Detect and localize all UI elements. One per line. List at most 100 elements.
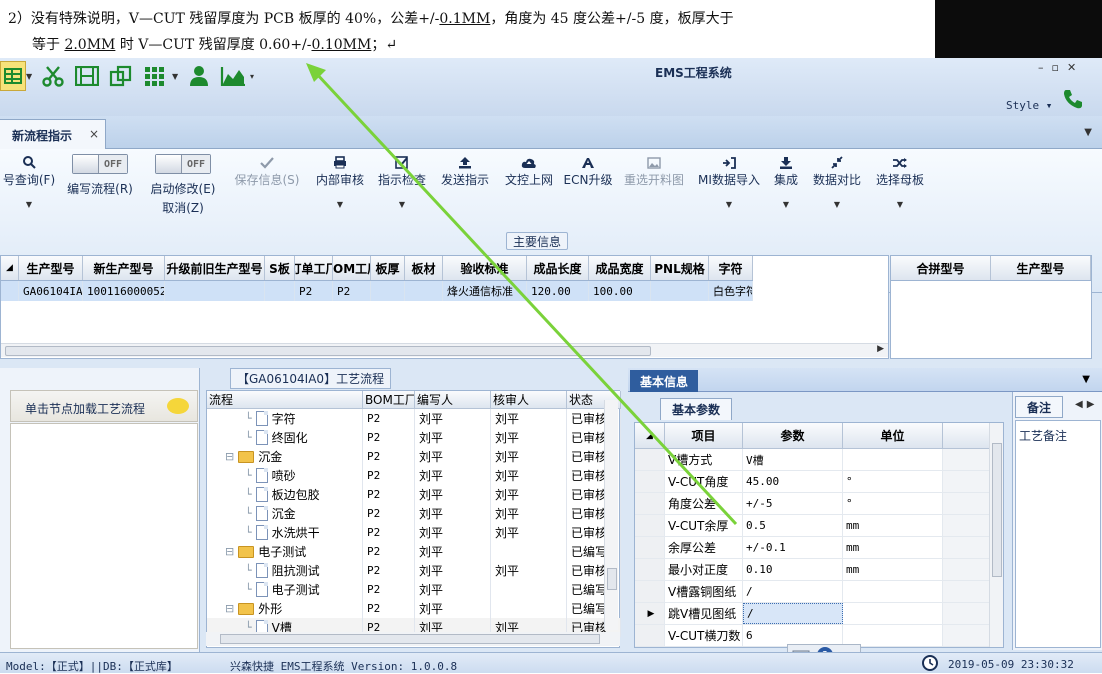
ecn-upgrade-button[interactable]: ECN升级 bbox=[562, 149, 614, 221]
tree-row[interactable]: └ 水洗烘干 P2 刘平 刘平 已审核 bbox=[207, 523, 621, 542]
vertical-scrollbar[interactable] bbox=[604, 400, 618, 630]
column-header[interactable]: 成品宽度 bbox=[589, 256, 651, 280]
customize-toolbar-icon[interactable]: ▾ bbox=[250, 72, 260, 81]
tab-list-icon[interactable]: ▼ bbox=[1084, 127, 1092, 138]
tab-notes[interactable]: 备注 bbox=[1015, 396, 1063, 418]
query-button[interactable]: 号查询(F) ▼ bbox=[0, 149, 58, 221]
film-icon[interactable] bbox=[70, 61, 104, 91]
table-row[interactable]: V槽方式 V槽 bbox=[635, 449, 991, 471]
select-mother-board-button[interactable]: 选择母板 ▼ bbox=[872, 149, 928, 221]
upload-web-button[interactable]: 文控上网 bbox=[500, 149, 558, 221]
chevron-down-icon[interactable]: ▼ bbox=[172, 72, 182, 81]
table-row[interactable]: V-CUT角度 45.00 ° bbox=[635, 471, 991, 493]
node-list[interactable] bbox=[10, 423, 198, 649]
table-row[interactable]: 余厚公差 +/-0.1 mm bbox=[635, 537, 991, 559]
table-cell[interactable]: / bbox=[743, 581, 843, 602]
tree-row[interactable]: └ 阻抗测试 P2 刘平 刘平 已审核 bbox=[207, 561, 621, 580]
edit-flow-toggle[interactable]: OFF 编写流程(R) bbox=[62, 149, 138, 221]
grid-view-icon[interactable] bbox=[0, 61, 26, 91]
table-cell[interactable] bbox=[651, 281, 709, 301]
tree-row[interactable]: └ 喷砂 P2 刘平 刘平 已审核 bbox=[207, 466, 621, 485]
send-instruction-button[interactable]: 发送指示 bbox=[436, 149, 494, 221]
toggle-switch[interactable]: OFF bbox=[72, 154, 128, 174]
column-header[interactable]: 成品长度 bbox=[527, 256, 589, 280]
tree-row[interactable]: └ 沉金 P2 刘平 刘平 已审核 bbox=[207, 504, 621, 523]
table-cell[interactable]: / bbox=[743, 603, 843, 624]
close-button[interactable]: ✕ bbox=[1067, 61, 1076, 74]
restore-button[interactable]: ▫ bbox=[1052, 61, 1059, 74]
chevron-right-icon[interactable]: ▶ bbox=[877, 344, 884, 354]
table-cell[interactable]: P2 bbox=[333, 281, 371, 301]
column-header[interactable]: 板材 bbox=[405, 256, 443, 280]
tree-row[interactable]: ⊟ 沉金 P2 刘平 刘平 已审核 bbox=[207, 447, 621, 466]
table-cell[interactable] bbox=[265, 281, 295, 301]
toggle-switch[interactable]: OFF bbox=[155, 154, 211, 174]
start-modify-toggle[interactable]: OFF 启动修改(E) 取消(Z) bbox=[146, 149, 220, 221]
column-header[interactable]: BOM工厂 bbox=[333, 256, 371, 280]
column-header[interactable]: 项目 bbox=[665, 423, 743, 448]
load-flow-button[interactable]: 单击节点加载工艺流程 bbox=[10, 390, 198, 422]
table-row[interactable]: GA06104IA010011600005200 P2P2 烽火通信标准120.00… bbox=[1, 281, 753, 301]
horizontal-scrollbar[interactable]: ▶ bbox=[1, 343, 888, 357]
minimize-button[interactable]: – bbox=[1038, 61, 1044, 74]
save-info-button[interactable]: 保存信息(S) bbox=[230, 149, 304, 221]
column-header[interactable]: 订单工厂 bbox=[295, 256, 333, 280]
reselect-cutting-button[interactable]: 重选开料图 bbox=[620, 149, 688, 221]
chevron-down-icon[interactable]: ▼ bbox=[26, 72, 36, 81]
vertical-scrollbar[interactable] bbox=[989, 423, 1003, 647]
column-header[interactable]: 核审人 bbox=[491, 391, 567, 408]
column-header[interactable]: 生产型号 bbox=[19, 256, 83, 280]
table-cell[interactable]: +/-5 bbox=[743, 493, 843, 514]
table-cell[interactable]: 6 bbox=[743, 625, 843, 646]
splitter[interactable] bbox=[0, 360, 1102, 368]
table-cell[interactable]: 烽火通信标准 bbox=[443, 281, 527, 301]
tree-row[interactable]: └ 板边包胶 P2 刘平 刘平 已审核 bbox=[207, 485, 621, 504]
table-cell[interactable] bbox=[405, 281, 443, 301]
table-row[interactable]: V槽露铜图纸 / bbox=[635, 581, 991, 603]
mi-import-button[interactable]: MI数据导入 ▼ bbox=[694, 149, 764, 221]
instruction-check-button[interactable]: 指示检查 ▼ bbox=[374, 149, 430, 221]
column-header[interactable]: 编写人 bbox=[415, 391, 491, 408]
table-cell[interactable]: P2 bbox=[295, 281, 333, 301]
scissors-icon[interactable] bbox=[36, 61, 70, 91]
column-header[interactable]: 升级前旧生产型号 bbox=[165, 256, 265, 280]
copy-icon[interactable] bbox=[104, 61, 138, 91]
table-row[interactable]: 角度公差 +/-5 ° bbox=[635, 493, 991, 515]
table-cell[interactable]: +/-0.1 bbox=[743, 537, 843, 558]
tab-basic-info[interactable]: 基本信息 bbox=[630, 370, 698, 392]
process-notes[interactable]: 工艺备注 bbox=[1015, 420, 1101, 648]
close-tab-icon[interactable]: × bbox=[89, 127, 99, 141]
data-compare-button[interactable]: 数据对比 ▼ bbox=[810, 149, 864, 221]
column-header[interactable]: 板厚 bbox=[371, 256, 405, 280]
internal-review-button[interactable]: 内部审核 ▼ bbox=[312, 149, 368, 221]
column-header[interactable]: 字符 bbox=[709, 256, 753, 280]
table-row[interactable]: ▶ 跳V槽见图纸 / bbox=[635, 603, 991, 625]
tree-row[interactable]: └ 电子测试 P2 刘平 已编写 bbox=[207, 580, 621, 599]
tab-nav-arrows[interactable]: ◀▶ bbox=[1075, 399, 1098, 410]
area-chart-icon[interactable] bbox=[216, 61, 250, 91]
column-header[interactable]: 新生产型号 bbox=[83, 256, 165, 280]
table-row[interactable]: V-CUT余厚 0.5 mm bbox=[635, 515, 991, 537]
column-header[interactable]: 验收标准 bbox=[443, 256, 527, 280]
apps-grid-icon[interactable] bbox=[138, 61, 172, 91]
phone-icon[interactable] bbox=[1062, 88, 1084, 113]
collect-button[interactable]: 集成 ▼ bbox=[768, 149, 804, 221]
column-header[interactable]: 参数 bbox=[743, 423, 843, 448]
table-cell[interactable]: 0.5 bbox=[743, 515, 843, 536]
tree-row[interactable]: └ 终固化 P2 刘平 刘平 已审核 bbox=[207, 428, 621, 447]
table-cell[interactable]: GA06104IA0 bbox=[19, 281, 83, 301]
table-cell[interactable]: 10011600005200 bbox=[83, 281, 165, 301]
column-header[interactable]: 流程 bbox=[207, 391, 363, 408]
table-cell[interactable] bbox=[165, 281, 265, 301]
table-cell[interactable]: 白色字符 bbox=[709, 281, 753, 301]
style-menu[interactable]: Style ▾ bbox=[1006, 99, 1052, 112]
tree-row[interactable]: ⊟ 外形 P2 刘平 已编写 bbox=[207, 599, 621, 618]
horizontal-scrollbar[interactable] bbox=[206, 632, 620, 646]
table-cell[interactable]: 120.00 bbox=[527, 281, 589, 301]
column-header[interactable]: BOM工厂 bbox=[363, 391, 415, 408]
tree-row[interactable]: └ 字符 P2 刘平 刘平 已审核 bbox=[207, 409, 621, 428]
table-cell[interactable]: V槽 bbox=[743, 449, 843, 470]
chevron-down-icon[interactable]: ▼ bbox=[1082, 374, 1090, 385]
table-cell[interactable] bbox=[371, 281, 405, 301]
column-header[interactable]: PNL规格 bbox=[651, 256, 709, 280]
